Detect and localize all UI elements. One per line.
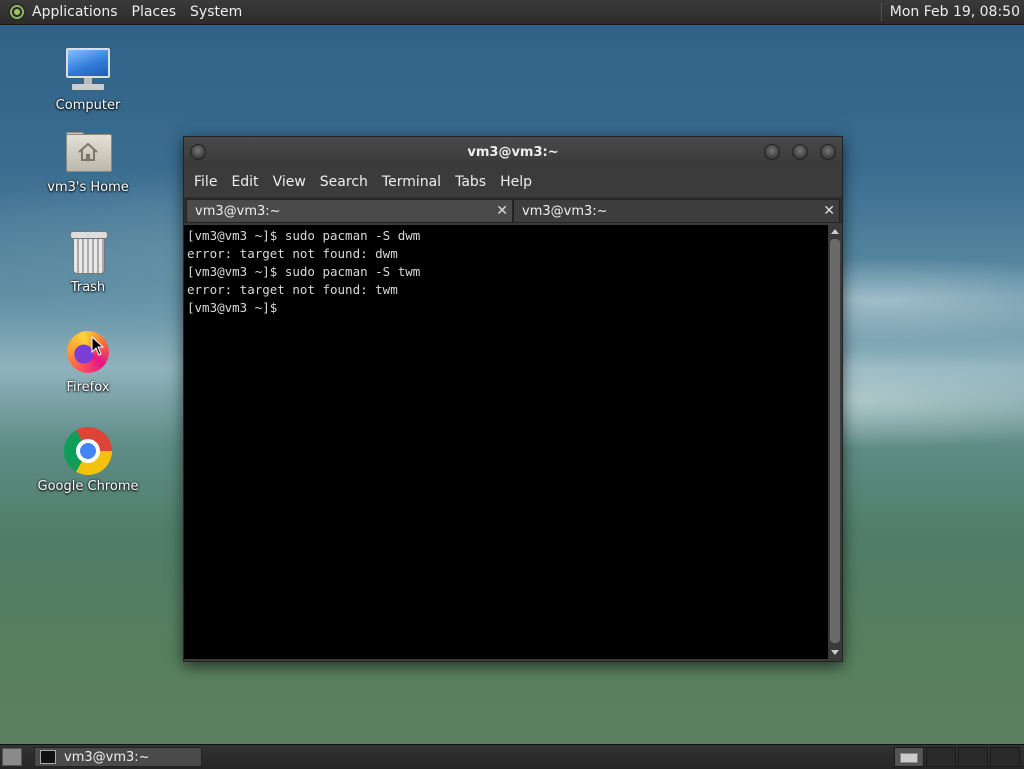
terminal-window[interactable]: vm3@vm3:~ File Edit View Search Terminal… xyxy=(183,136,843,662)
terminal-line: error: target not found: dwm xyxy=(187,246,398,261)
terminal-tab-2[interactable]: vm3@vm3:~ ✕ xyxy=(513,199,840,223)
top-panel: Applications Places System Mon Feb 19, 0… xyxy=(0,0,1024,25)
terminal-output[interactable]: [vm3@vm3 ~]$ sudo pacman -S dwm error: t… xyxy=(184,225,828,659)
workspace-3[interactable] xyxy=(958,747,988,767)
terminal-line: [vm3@vm3 ~]$ sudo pacman -S twm xyxy=(187,264,421,279)
taskbar-item-label: vm3@vm3:~ xyxy=(64,749,150,765)
desktop-icon-label: vm3's Home xyxy=(47,180,129,195)
menu-tabs[interactable]: Tabs xyxy=(455,174,486,190)
tab-label: vm3@vm3:~ xyxy=(522,204,608,219)
workspace-1[interactable] xyxy=(894,747,924,767)
terminal-line: [vm3@vm3 ~]$ sudo pacman -S dwm xyxy=(187,228,421,243)
mouse-pointer-icon xyxy=(91,336,105,356)
workspace-2[interactable] xyxy=(926,747,956,767)
trash-icon xyxy=(64,228,112,276)
taskbar-item-terminal[interactable]: vm3@vm3:~ xyxy=(34,747,202,767)
menu-help[interactable]: Help xyxy=(500,174,532,190)
desktop-icon-home[interactable]: vm3's Home xyxy=(33,128,143,195)
menu-view[interactable]: View xyxy=(273,174,306,190)
minimize-button[interactable] xyxy=(764,144,780,160)
scroll-up-icon[interactable] xyxy=(831,229,839,234)
tab-label: vm3@vm3:~ xyxy=(195,204,281,219)
close-button[interactable] xyxy=(820,144,836,160)
terminal-scrollbar[interactable] xyxy=(828,225,842,659)
menu-search[interactable]: Search xyxy=(320,174,368,190)
panel-separator xyxy=(880,3,882,21)
show-desktop-icon[interactable] xyxy=(2,748,22,766)
desktop-icon-computer[interactable]: Computer xyxy=(33,46,143,113)
chrome-icon xyxy=(64,427,112,475)
desktop-icon-label: Firefox xyxy=(66,380,110,395)
scroll-down-icon[interactable] xyxy=(831,650,839,655)
terminal-menubar: File Edit View Search Terminal Tabs Help xyxy=(184,167,842,197)
terminal-line: error: target not found: twm xyxy=(187,282,398,297)
close-tab-icon[interactable]: ✕ xyxy=(823,203,835,219)
clock-area: Mon Feb 19, 08:50 xyxy=(880,0,1024,24)
menu-system[interactable]: System xyxy=(190,4,242,20)
desktop-icon-label: Trash xyxy=(70,280,106,295)
window-titlebar[interactable]: vm3@vm3:~ xyxy=(184,137,842,167)
desktop-icon-label: Computer xyxy=(55,98,121,113)
clock[interactable]: Mon Feb 19, 08:50 xyxy=(890,4,1020,20)
menu-applications[interactable]: Applications xyxy=(32,4,118,20)
terminal-tabbar: vm3@vm3:~ ✕ vm3@vm3:~ ✕ xyxy=(184,197,842,223)
maximize-button[interactable] xyxy=(792,144,808,160)
menu-terminal[interactable]: Terminal xyxy=(382,174,441,190)
close-tab-icon[interactable]: ✕ xyxy=(496,203,508,219)
bottom-panel: vm3@vm3:~ xyxy=(0,744,1024,769)
workspace-4[interactable] xyxy=(990,747,1020,767)
home-folder-icon xyxy=(64,128,112,176)
desktop-icon-trash[interactable]: Trash xyxy=(33,228,143,295)
menu-places[interactable]: Places xyxy=(132,4,177,20)
terminal-prompt: [vm3@vm3 ~]$ xyxy=(187,300,278,315)
window-title: vm3@vm3:~ xyxy=(467,145,559,160)
desktop-icon-firefox[interactable]: Firefox xyxy=(33,328,143,395)
computer-icon xyxy=(64,46,112,94)
terminal-tab-1[interactable]: vm3@vm3:~ ✕ xyxy=(186,199,513,223)
desktop-icon-label: Google Chrome xyxy=(37,479,139,494)
desktop-icon-chrome[interactable]: Google Chrome xyxy=(33,427,143,494)
distro-logo-icon[interactable] xyxy=(8,3,26,21)
scrollbar-thumb[interactable] xyxy=(830,239,840,643)
menu-file[interactable]: File xyxy=(194,174,217,190)
terminal-icon xyxy=(40,750,56,764)
menu-edit[interactable]: Edit xyxy=(231,174,258,190)
